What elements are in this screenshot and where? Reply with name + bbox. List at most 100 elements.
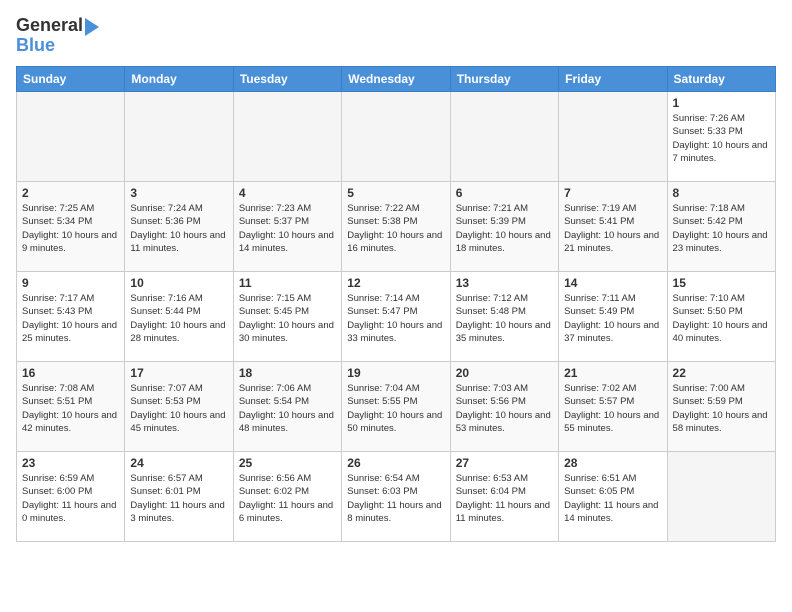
day-info: Sunrise: 7:14 AM Sunset: 5:47 PM Dayligh… [347,292,444,345]
calendar-cell: 9 Sunrise: 7:17 AM Sunset: 5:43 PM Daylig… [17,272,125,362]
calendar-cell: 19Sunrise: 7:04 AM Sunset: 5:55 PM Dayli… [342,362,450,452]
day-number: 9 [22,276,119,290]
calendar-cell: 18 Sunrise: 7:06 AM Sunset: 5:54 PM Dayli… [233,362,341,452]
calendar-week-row: 16 Sunrise: 7:08 AM Sunset: 5:51 PM Dayli… [17,362,776,452]
day-info: Sunrise: 7:02 AM Sunset: 5:57 PM Dayligh… [564,382,661,435]
logo-arrow-icon [85,18,99,36]
day-number: 14 [564,276,661,290]
day-info: Sunrise: 7:15 AM Sunset: 5:45 PM Dayligh… [239,292,336,345]
day-number: 6 [456,186,553,200]
weekday-header-sunday: Sunday [17,67,125,92]
calendar-cell: 16 Sunrise: 7:08 AM Sunset: 5:51 PM Dayli… [17,362,125,452]
calendar-cell [17,92,125,182]
calendar-cell: 27 Sunrise: 6:53 AM Sunset: 6:04 PM Dayli… [450,452,558,542]
day-info: Sunrise: 7:04 AM Sunset: 5:55 PM Dayligh… [347,382,444,435]
page-header: General Blue [16,16,776,56]
calendar-week-row: 23Sunrise: 6:59 AM Sunset: 6:00 PM Dayli… [17,452,776,542]
calendar-cell [342,92,450,182]
day-info: Sunrise: 6:56 AM Sunset: 6:02 PM Dayligh… [239,472,336,525]
day-info: Sunrise: 7:16 AM Sunset: 5:44 PM Dayligh… [130,292,227,345]
day-info: Sunrise: 7:26 AM Sunset: 5:33 PM Dayligh… [673,112,770,165]
weekday-header-saturday: Saturday [667,67,775,92]
day-number: 23 [22,456,119,470]
calendar-cell: 8Sunrise: 7:18 AM Sunset: 5:42 PM Daylig… [667,182,775,272]
day-number: 21 [564,366,661,380]
day-number: 24 [130,456,227,470]
day-number: 27 [456,456,553,470]
day-number: 1 [673,96,770,110]
calendar-cell [559,92,667,182]
day-number: 10 [130,276,227,290]
day-number: 16 [22,366,119,380]
weekday-header-row: SundayMondayTuesdayWednesdayThursdayFrid… [17,67,776,92]
calendar-cell: 10 Sunrise: 7:16 AM Sunset: 5:44 PM Dayli… [125,272,233,362]
weekday-header-monday: Monday [125,67,233,92]
calendar-cell: 2 Sunrise: 7:25 AM Sunset: 5:34 PM Daylig… [17,182,125,272]
day-info: Sunrise: 7:10 AM Sunset: 5:50 PM Dayligh… [673,292,770,345]
calendar-cell [667,452,775,542]
day-info: Sunrise: 7:19 AM Sunset: 5:41 PM Dayligh… [564,202,661,255]
day-number: 18 [239,366,336,380]
day-number: 8 [673,186,770,200]
calendar-cell: 20 Sunrise: 7:03 AM Sunset: 5:56 PM Dayli… [450,362,558,452]
calendar-cell: 12 Sunrise: 7:14 AM Sunset: 5:47 PM Dayli… [342,272,450,362]
calendar-cell: 28 Sunrise: 6:51 AM Sunset: 6:05 PM Dayli… [559,452,667,542]
calendar-cell: 25 Sunrise: 6:56 AM Sunset: 6:02 PM Dayli… [233,452,341,542]
weekday-header-friday: Friday [559,67,667,92]
day-info: Sunrise: 6:54 AM Sunset: 6:03 PM Dayligh… [347,472,444,525]
weekday-header-wednesday: Wednesday [342,67,450,92]
calendar-cell: 11 Sunrise: 7:15 AM Sunset: 5:45 PM Dayli… [233,272,341,362]
calendar-cell: 13 Sunrise: 7:12 AM Sunset: 5:48 PM Dayli… [450,272,558,362]
day-info: Sunrise: 7:21 AM Sunset: 5:39 PM Dayligh… [456,202,553,255]
calendar-cell: 14 Sunrise: 7:11 AM Sunset: 5:49 PM Dayli… [559,272,667,362]
calendar-cell: 15 Sunrise: 7:10 AM Sunset: 5:50 PM Dayli… [667,272,775,362]
calendar-cell: 1 Sunrise: 7:26 AM Sunset: 5:33 PM Daylig… [667,92,775,182]
calendar-cell: 23Sunrise: 6:59 AM Sunset: 6:00 PM Dayli… [17,452,125,542]
calendar-week-row: 9 Sunrise: 7:17 AM Sunset: 5:43 PM Daylig… [17,272,776,362]
day-info: Sunrise: 6:53 AM Sunset: 6:04 PM Dayligh… [456,472,553,525]
day-number: 20 [456,366,553,380]
calendar-cell: 6 Sunrise: 7:21 AM Sunset: 5:39 PM Daylig… [450,182,558,272]
calendar-cell [233,92,341,182]
calendar-cell: 17 Sunrise: 7:07 AM Sunset: 5:53 PM Dayli… [125,362,233,452]
day-number: 12 [347,276,444,290]
day-info: Sunrise: 7:03 AM Sunset: 5:56 PM Dayligh… [456,382,553,435]
day-info: Sunrise: 7:12 AM Sunset: 5:48 PM Dayligh… [456,292,553,345]
day-number: 15 [673,276,770,290]
day-info: Sunrise: 6:57 AM Sunset: 6:01 PM Dayligh… [130,472,227,525]
day-info: Sunrise: 7:07 AM Sunset: 5:53 PM Dayligh… [130,382,227,435]
calendar-week-row: 2 Sunrise: 7:25 AM Sunset: 5:34 PM Daylig… [17,182,776,272]
calendar-cell: 26Sunrise: 6:54 AM Sunset: 6:03 PM Dayli… [342,452,450,542]
day-info: Sunrise: 7:23 AM Sunset: 5:37 PM Dayligh… [239,202,336,255]
day-number: 25 [239,456,336,470]
day-number: 17 [130,366,227,380]
calendar-cell: 4Sunrise: 7:23 AM Sunset: 5:37 PM Daylig… [233,182,341,272]
logo: General Blue [16,16,99,56]
day-number: 28 [564,456,661,470]
day-info: Sunrise: 7:11 AM Sunset: 5:49 PM Dayligh… [564,292,661,345]
calendar-week-row: 1 Sunrise: 7:26 AM Sunset: 5:33 PM Daylig… [17,92,776,182]
calendar-cell: 7 Sunrise: 7:19 AM Sunset: 5:41 PM Daylig… [559,182,667,272]
day-info: Sunrise: 7:22 AM Sunset: 5:38 PM Dayligh… [347,202,444,255]
day-number: 7 [564,186,661,200]
calendar-cell: 5 Sunrise: 7:22 AM Sunset: 5:38 PM Daylig… [342,182,450,272]
day-info: Sunrise: 6:51 AM Sunset: 6:05 PM Dayligh… [564,472,661,525]
weekday-header-tuesday: Tuesday [233,67,341,92]
day-info: Sunrise: 7:08 AM Sunset: 5:51 PM Dayligh… [22,382,119,435]
day-number: 13 [456,276,553,290]
day-number: 2 [22,186,119,200]
weekday-header-thursday: Thursday [450,67,558,92]
calendar-cell: 21 Sunrise: 7:02 AM Sunset: 5:57 PM Dayli… [559,362,667,452]
calendar-cell: 24 Sunrise: 6:57 AM Sunset: 6:01 PM Dayli… [125,452,233,542]
day-number: 11 [239,276,336,290]
calendar-table: SundayMondayTuesdayWednesdayThursdayFrid… [16,66,776,542]
logo-text: General [16,16,83,36]
calendar-cell [450,92,558,182]
day-info: Sunrise: 7:06 AM Sunset: 5:54 PM Dayligh… [239,382,336,435]
day-info: Sunrise: 7:25 AM Sunset: 5:34 PM Dayligh… [22,202,119,255]
day-number: 22 [673,366,770,380]
calendar-cell: 22Sunrise: 7:00 AM Sunset: 5:59 PM Dayli… [667,362,775,452]
day-info: Sunrise: 7:24 AM Sunset: 5:36 PM Dayligh… [130,202,227,255]
day-info: Sunrise: 7:17 AM Sunset: 5:43 PM Dayligh… [22,292,119,345]
day-number: 5 [347,186,444,200]
